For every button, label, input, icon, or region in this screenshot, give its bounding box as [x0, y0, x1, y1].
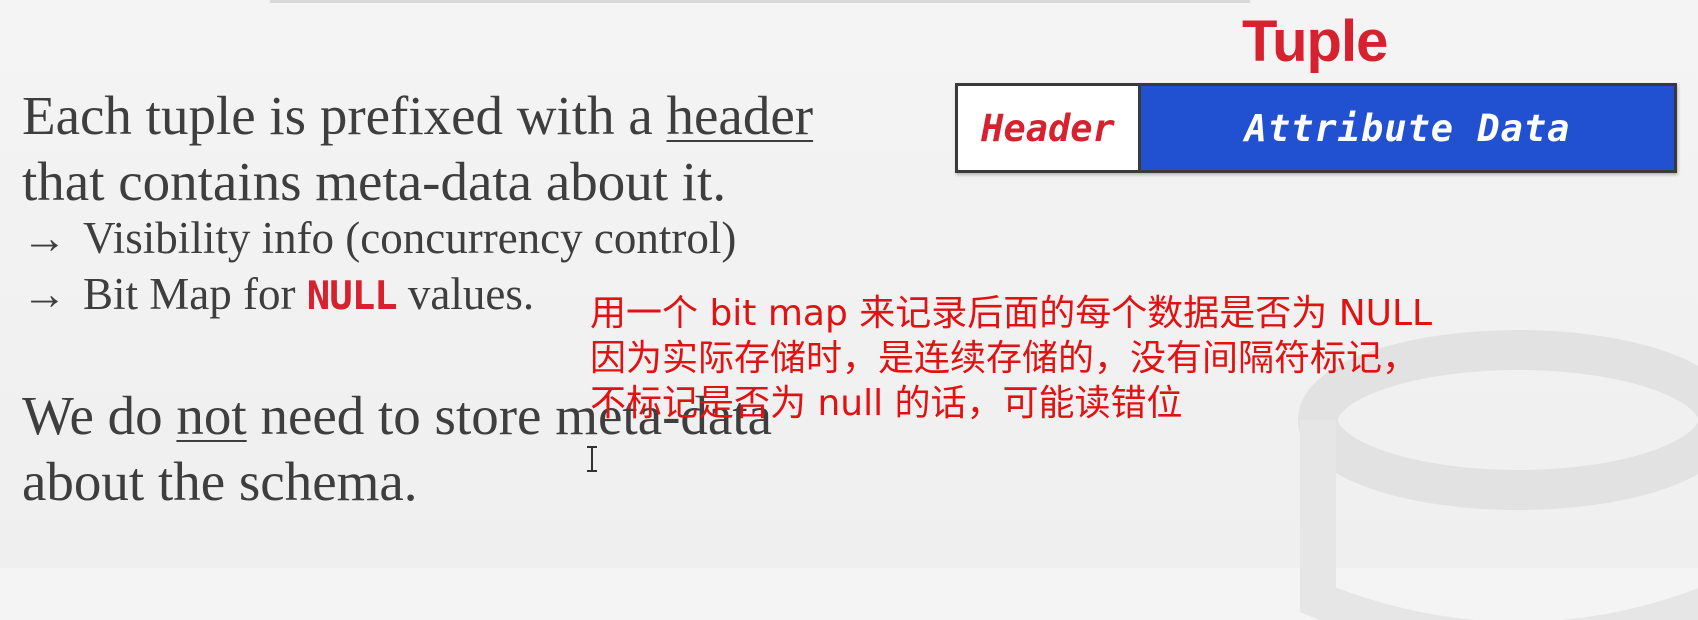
slide-line-1-text: Each tuple is prefixed with a [22, 85, 667, 146]
bullet-visibility: → Visibility info (concurrency control) [22, 212, 736, 264]
annotation-line-3: 不标记是否为 null 的话，可能读错位 [590, 383, 1183, 424]
annotation-line-1: 用一个 bit map 来记录后面的每个数据是否为 NULL [590, 293, 1433, 334]
bullet-bitmap-suffix: values. [396, 269, 535, 319]
header-term: header [666, 85, 814, 146]
arrow-icon: → [22, 269, 67, 319]
text-cursor-icon [587, 446, 597, 472]
not-term: not [176, 385, 247, 446]
slide-line-3-text: We do [22, 385, 177, 446]
bullet-bitmap-text: Bit Map for [83, 269, 307, 319]
bullet-bitmap: → Bit Map for NULL values. [22, 268, 534, 320]
slide-line-1: Each tuple is prefixed with a header [22, 84, 813, 147]
annotation-line-2: 因为实际存储时，是连续存储的，没有间隔符标记， [590, 338, 1419, 379]
tuple-attribute-data-cell: Attribute Data [1141, 86, 1674, 170]
bullet-visibility-text: Visibility info (concurrency control) [83, 213, 737, 263]
arrow-icon: → [22, 213, 67, 263]
tuple-title: Tuple [1242, 9, 1388, 74]
top-rule [270, 0, 1250, 3]
null-keyword: NULL [306, 274, 398, 319]
slide-line-2: that contains meta-data about it. [22, 151, 727, 212]
tuple-diagram: Header Attribute Data [955, 83, 1677, 173]
slide-line-4: about the schema. [22, 451, 418, 512]
tuple-header-cell: Header [958, 86, 1141, 170]
